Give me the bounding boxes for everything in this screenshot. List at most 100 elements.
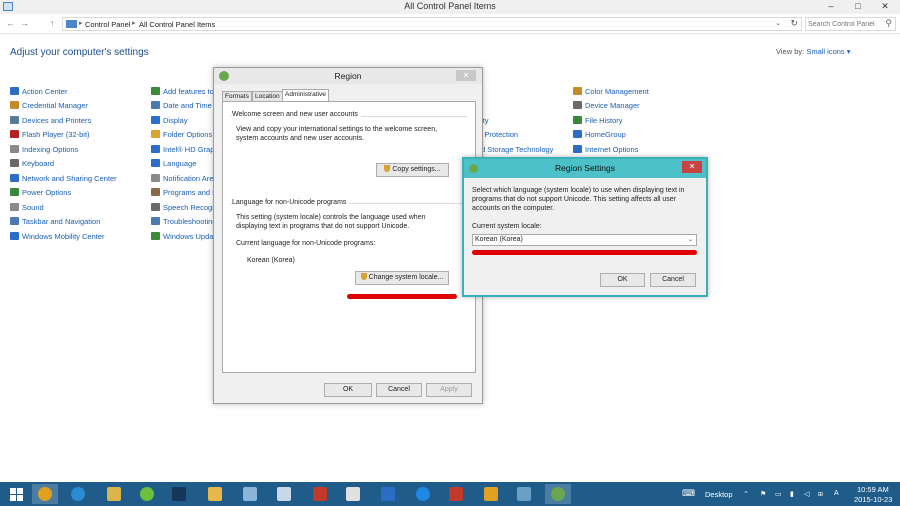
copy-settings-button[interactable]: Copy settings... bbox=[376, 163, 449, 177]
red-highlight-mark bbox=[347, 294, 457, 299]
teamviewer-icon[interactable] bbox=[410, 484, 436, 504]
item-internet-options[interactable]: Internet Options bbox=[573, 145, 638, 155]
unicode-group-title: Language for non-Unicode programs bbox=[232, 199, 350, 206]
apply-button[interactable]: Apply bbox=[426, 383, 472, 397]
breadcrumb-separator-icon[interactable]: ▸ bbox=[132, 19, 136, 27]
keyboard-icon[interactable]: ⌨ bbox=[682, 488, 695, 499]
maximize-button[interactable]: □ bbox=[845, 0, 871, 14]
item-mobility-center[interactable]: Windows Mobility Center bbox=[10, 232, 105, 242]
search-input[interactable] bbox=[808, 19, 878, 29]
address-bar[interactable]: ▸ Control Panel ▸ All Control Panel Item… bbox=[62, 17, 802, 31]
internet-explorer-icon[interactable] bbox=[65, 484, 91, 504]
remote-desktop-icon[interactable] bbox=[375, 484, 401, 504]
notepad-icon[interactable] bbox=[237, 484, 263, 504]
item-date-time[interactable]: Date and Time bbox=[151, 101, 212, 111]
item-storage-partial[interactable]: d Storage Technology bbox=[481, 145, 553, 155]
view-by-label: View by: bbox=[776, 47, 805, 56]
item-troubleshooting[interactable]: Troubleshooting bbox=[151, 217, 217, 227]
vault-icon bbox=[10, 101, 19, 109]
up-arrow-icon[interactable]: ↑ bbox=[50, 18, 55, 28]
item-windows-update[interactable]: Windows Updat bbox=[151, 232, 216, 242]
display-icon[interactable]: ▭ bbox=[775, 490, 782, 498]
search-icon[interactable]: ⚲ bbox=[885, 18, 892, 29]
item-folder-options[interactable]: Folder Options bbox=[151, 130, 212, 140]
item-power-options[interactable]: Power Options bbox=[10, 188, 71, 198]
item-indexing-options[interactable]: Indexing Options bbox=[10, 145, 78, 155]
file-history-icon bbox=[573, 116, 582, 124]
document-icon[interactable] bbox=[271, 484, 297, 504]
item-notification-area[interactable]: Notification Area bbox=[151, 174, 218, 184]
item-speech-recognition[interactable]: Speech Recogni bbox=[151, 203, 218, 213]
chevron-down-icon[interactable]: ⌄ bbox=[775, 19, 781, 27]
filezilla-icon[interactable] bbox=[307, 484, 333, 504]
search-box[interactable]: ⚲ bbox=[805, 17, 896, 31]
region-settings-close-button[interactable]: ✕ bbox=[682, 161, 702, 173]
item-taskbar-navigation[interactable]: Taskbar and Navigation bbox=[10, 217, 100, 227]
cancel-button[interactable]: Cancel bbox=[376, 383, 422, 397]
dreamweaver-icon[interactable] bbox=[134, 484, 160, 504]
unicode-text-line2: displaying text in programs that do not … bbox=[236, 223, 410, 230]
control-panel-icon[interactable] bbox=[545, 484, 571, 504]
action-center-icon[interactable]: ⚑ bbox=[760, 490, 766, 498]
item-language[interactable]: Language bbox=[151, 159, 196, 169]
programs-icon bbox=[151, 188, 160, 196]
item-display[interactable]: Display bbox=[151, 116, 188, 126]
item-device-manager[interactable]: Device Manager bbox=[573, 101, 640, 111]
locale-description-line3: accounts on the computer. bbox=[472, 205, 555, 212]
clock-time[interactable]: 10:59 AM bbox=[857, 485, 889, 494]
globe-icon bbox=[573, 145, 582, 153]
item-sound[interactable]: Sound bbox=[10, 203, 44, 213]
forward-arrow-icon[interactable]: → bbox=[20, 18, 29, 28]
photoshop-icon[interactable] bbox=[166, 484, 192, 504]
outlook-icon[interactable] bbox=[202, 484, 228, 504]
vnc-icon[interactable] bbox=[443, 484, 469, 504]
item-keyboard[interactable]: Keyboard bbox=[10, 159, 54, 169]
ok-button[interactable]: OK bbox=[324, 383, 372, 397]
item-devices-and-printers[interactable]: Devices and Printers bbox=[10, 116, 91, 126]
tab-location[interactable]: Location bbox=[252, 91, 283, 101]
close-button[interactable]: ✕ bbox=[872, 0, 898, 14]
locale-cancel-button[interactable]: Cancel bbox=[650, 273, 696, 287]
item-file-history[interactable]: File History bbox=[573, 116, 623, 126]
start-button[interactable] bbox=[4, 484, 30, 504]
flash-icon bbox=[10, 130, 19, 138]
language-indicator[interactable]: ⊞ bbox=[818, 491, 823, 498]
item-homegroup[interactable]: HomeGroup bbox=[573, 130, 626, 140]
view-by-dropdown[interactable]: Small icons ▾ bbox=[806, 47, 850, 56]
locale-description-line1: Select which language (system locale) to… bbox=[472, 187, 685, 194]
chrome-icon[interactable] bbox=[32, 484, 58, 504]
change-system-locale-button[interactable]: Change system locale... bbox=[355, 271, 449, 285]
chevron-up-icon[interactable]: ⌃ bbox=[743, 490, 749, 498]
region-close-button[interactable]: ✕ bbox=[456, 70, 476, 81]
desktop-toolbar-label[interactable]: Desktop bbox=[705, 490, 733, 499]
tab-administrative[interactable]: Administrative bbox=[282, 89, 329, 101]
unicode-text-line1: This setting (system locale) controls th… bbox=[236, 214, 426, 221]
item-programs-features[interactable]: Programs and Fe bbox=[151, 188, 221, 198]
item-credential-manager[interactable]: Credential Manager bbox=[10, 101, 88, 111]
volume-icon[interactable]: ◁ bbox=[804, 490, 809, 498]
people-icon[interactable] bbox=[340, 484, 366, 504]
region-dialog-title: Region bbox=[334, 71, 362, 81]
breadcrumb-all-items[interactable]: All Control Panel Items bbox=[139, 20, 215, 29]
item-intel-graphics[interactable]: Intel® HD Graph bbox=[151, 145, 219, 155]
tool-icon[interactable] bbox=[478, 484, 504, 504]
breadcrumb-control-panel[interactable]: Control Panel bbox=[85, 20, 130, 29]
ime-icon[interactable]: A bbox=[834, 490, 839, 497]
item-add-features[interactable]: Add features to bbox=[151, 87, 214, 97]
locale-ok-button[interactable]: OK bbox=[600, 273, 645, 287]
network-app-icon[interactable] bbox=[511, 484, 537, 504]
refresh-icon[interactable]: ↻ bbox=[790, 18, 798, 29]
network-status-icon[interactable]: ▮ bbox=[790, 490, 794, 498]
item-color-management[interactable]: Color Management bbox=[573, 87, 649, 97]
system-locale-select[interactable]: Korean (Korea) ⌄ bbox=[472, 234, 697, 246]
chevron-down-icon: ⌄ bbox=[687, 237, 693, 243]
breadcrumb-separator-icon[interactable]: ▸ bbox=[79, 19, 83, 27]
minimize-button[interactable]: – bbox=[818, 0, 844, 14]
clock-date[interactable]: 2015-10-23 bbox=[854, 495, 892, 504]
file-explorer-icon[interactable] bbox=[101, 484, 127, 504]
item-flash-player[interactable]: Flash Player (32-bit) bbox=[10, 130, 90, 140]
item-network-sharing[interactable]: Network and Sharing Center bbox=[10, 174, 117, 184]
item-action-center[interactable]: Action Center bbox=[10, 87, 67, 97]
back-arrow-icon[interactable]: ← bbox=[6, 18, 15, 28]
tab-formats[interactable]: Formats bbox=[222, 91, 252, 101]
